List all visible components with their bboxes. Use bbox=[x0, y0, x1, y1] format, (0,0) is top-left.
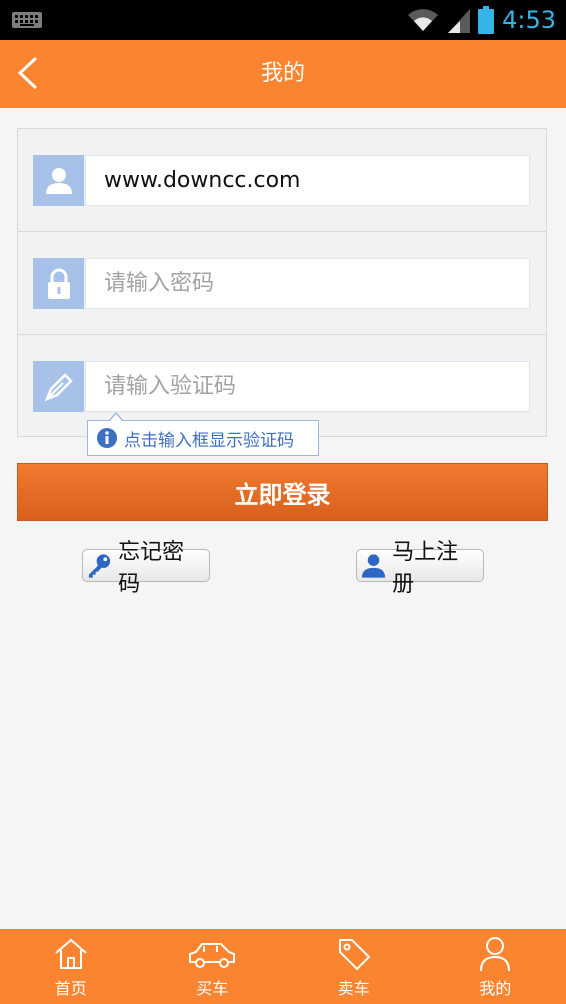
bottom-nav: 首页 买车 卖车 我的 bbox=[0, 929, 566, 1004]
nav-label-home: 首页 bbox=[54, 979, 87, 998]
page-title: 我的 bbox=[260, 61, 305, 86]
username-row bbox=[18, 129, 546, 232]
hint-text: 点击输入框显示验证码 bbox=[124, 430, 294, 451]
nav-label-mine: 我的 bbox=[479, 979, 512, 998]
status-time: 4:53 bbox=[502, 6, 556, 34]
password-row bbox=[18, 232, 546, 335]
register-button[interactable]: 马上注册 bbox=[356, 540, 484, 597]
status-bar: 4:53 bbox=[0, 0, 566, 40]
nav-label-sell-car: 卖车 bbox=[337, 979, 370, 998]
car-icon bbox=[189, 943, 236, 968]
nav-item-buy-car[interactable]: 买车 bbox=[142, 929, 284, 1004]
user-icon bbox=[33, 155, 84, 206]
lock-icon bbox=[33, 258, 84, 309]
username-input[interactable] bbox=[85, 155, 530, 206]
battery-icon bbox=[478, 6, 495, 34]
key-icon bbox=[88, 553, 111, 578]
app-header: 我的 bbox=[0, 40, 566, 108]
login-form bbox=[17, 128, 547, 437]
register-label: 马上注册 bbox=[392, 539, 459, 597]
person-icon bbox=[480, 937, 511, 972]
keyboard-icon bbox=[12, 12, 42, 28]
nav-item-mine[interactable]: 我的 bbox=[425, 929, 566, 1004]
tag-icon bbox=[338, 939, 371, 971]
wifi-icon bbox=[408, 9, 439, 31]
user-icon bbox=[361, 553, 386, 578]
nav-item-sell-car[interactable]: 卖车 bbox=[283, 929, 425, 1004]
captcha-input[interactable] bbox=[85, 361, 530, 412]
nav-label-buy-car: 买车 bbox=[196, 979, 229, 998]
login-button[interactable]: 立即登录 bbox=[17, 463, 548, 521]
pencil-icon bbox=[33, 361, 84, 412]
captcha-hint-tooltip: 点击输入框显示验证码 bbox=[87, 412, 319, 456]
forgot-password-button[interactable]: 忘记密码 bbox=[82, 540, 210, 597]
nav-item-home[interactable]: 首页 bbox=[0, 929, 142, 1004]
forgot-password-label: 忘记密码 bbox=[118, 539, 185, 597]
signal-icon bbox=[448, 9, 471, 33]
home-icon bbox=[55, 938, 87, 969]
password-input[interactable] bbox=[85, 258, 530, 309]
info-icon bbox=[97, 428, 117, 448]
